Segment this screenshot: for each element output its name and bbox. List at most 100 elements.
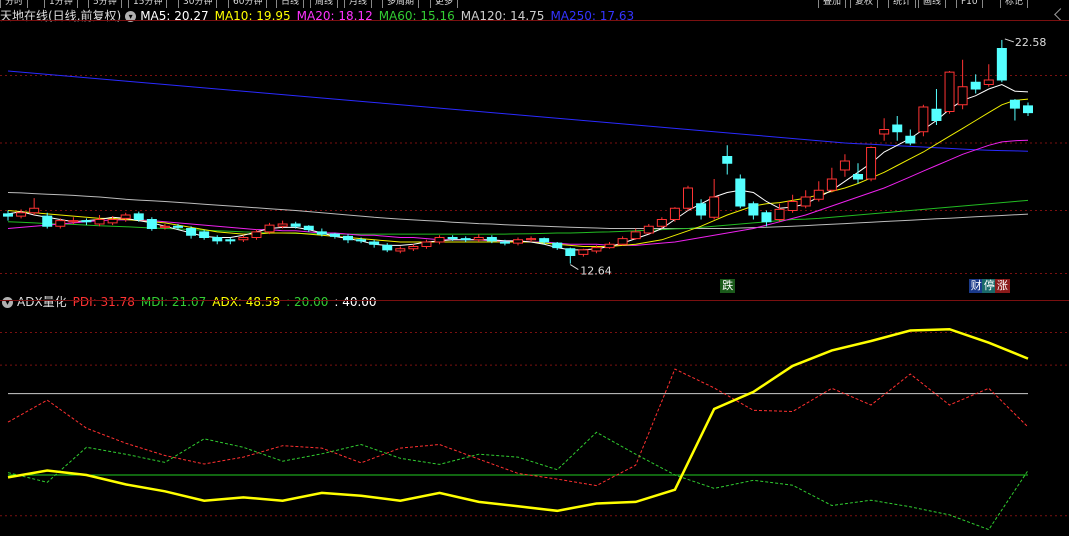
candle-body — [486, 237, 497, 242]
pdi-line — [7, 368, 1029, 487]
candle-body — [395, 248, 406, 252]
candle-body — [669, 207, 680, 220]
candle-body — [591, 247, 602, 252]
candle-body — [499, 241, 510, 244]
ma60-line — [7, 199, 1029, 235]
candle-body — [892, 124, 903, 133]
candle-body — [29, 207, 40, 214]
candle-body — [839, 160, 850, 171]
candle-body — [329, 233, 340, 237]
period-button-7[interactable]: 周线 — [310, 0, 339, 8]
candle-body — [683, 187, 693, 209]
candle-body — [369, 241, 380, 245]
tool-button-2[interactable]: 统计 — [888, 0, 917, 8]
candle-body — [447, 237, 458, 240]
candle-body — [748, 203, 759, 216]
candle-body — [68, 220, 79, 223]
mdi-line — [7, 431, 1029, 531]
event-marker-3[interactable]: 涨 — [994, 279, 1010, 293]
high-arrow — [1004, 38, 1015, 43]
low-price-label: 12.64 — [580, 265, 612, 278]
candle-body — [826, 178, 837, 191]
candle-body — [617, 238, 628, 245]
candle-body — [1009, 99, 1020, 109]
candle-body — [970, 81, 981, 90]
tool-button-3[interactable]: 画线 — [918, 0, 947, 8]
tool-button-1[interactable]: 复权 — [850, 0, 879, 8]
candle-body — [186, 228, 197, 236]
period-button-0[interactable]: 分时 — [0, 0, 29, 8]
period-button-1[interactable]: 1分钟 — [44, 0, 78, 8]
candle-body — [722, 156, 733, 164]
candle-body — [866, 147, 877, 180]
candle-body — [264, 224, 275, 233]
candle-body — [513, 239, 523, 244]
candle-body — [107, 219, 118, 224]
candle-body — [565, 248, 576, 256]
candle-body — [905, 135, 916, 144]
period-button-8[interactable]: 月线 — [344, 0, 373, 8]
candle-body — [539, 238, 550, 243]
candle-body — [225, 239, 236, 242]
period-button-4[interactable]: 30分钟 — [178, 0, 218, 8]
candle-body — [800, 196, 811, 207]
candle-body — [277, 223, 288, 227]
candle-body — [159, 225, 170, 228]
price-chart[interactable]: 22.58 12.64 — [0, 20, 1069, 282]
candle-body — [931, 108, 942, 121]
candle-body — [251, 231, 262, 238]
candle-body — [199, 231, 210, 238]
candle-body — [290, 223, 301, 227]
candle-body — [212, 237, 223, 242]
candle-body — [42, 215, 53, 227]
candle-body — [709, 196, 720, 218]
candle-body — [774, 208, 785, 220]
period-button-3[interactable]: 15分钟 — [128, 0, 168, 8]
tool-button-4[interactable]: F10 — [956, 0, 983, 8]
high-price-label: 22.58 — [1015, 36, 1047, 49]
candle-body — [316, 231, 327, 235]
candle-body — [552, 242, 563, 249]
event-marker-0[interactable]: 跌 — [720, 279, 736, 293]
candle-body — [630, 231, 641, 240]
candle-body — [656, 219, 667, 227]
candle-body — [996, 48, 1007, 81]
candle-body — [944, 71, 955, 112]
period-button-2[interactable]: 5分钟 — [88, 0, 122, 8]
collapse-chevron-icon[interactable] — [1054, 8, 1067, 21]
candle-body — [526, 238, 537, 241]
adx-line — [7, 327, 1029, 513]
tool-button-5[interactable]: 标记 — [1000, 0, 1029, 8]
candle-body — [94, 219, 105, 225]
candle-body — [918, 106, 929, 133]
period-toolbar: 分时 1分钟 5分钟 15分钟 30分钟 60分钟 日线 周线 月线 多周期 更多 叠加 复权 统计 画线 F… — [0, 0, 1069, 8]
tool-button-0[interactable]: 叠加 — [818, 0, 847, 8]
candle-body — [238, 237, 249, 241]
candle-body — [957, 86, 968, 106]
candle-body — [434, 237, 445, 243]
adx-indicator-chart[interactable] — [0, 300, 1069, 536]
candle-body — [1023, 105, 1033, 114]
candle-body — [303, 225, 314, 231]
candle-body — [643, 225, 654, 234]
candle-body — [460, 238, 471, 241]
candle-body — [16, 212, 27, 217]
candle-body — [696, 203, 707, 216]
candle-body — [120, 214, 131, 219]
candle-body — [408, 246, 419, 250]
candle-body — [81, 220, 92, 223]
candle-body — [813, 189, 824, 200]
candle-body — [146, 219, 157, 229]
period-button-9[interactable]: 多周期 — [382, 0, 420, 8]
period-button-6[interactable]: 日线 — [276, 0, 305, 8]
candle-body — [735, 178, 746, 207]
ma250-line — [7, 70, 1029, 152]
candle-body — [382, 244, 393, 251]
candle-body — [787, 201, 798, 211]
candle-body — [761, 212, 772, 223]
period-button-10[interactable]: 更多 — [430, 0, 459, 8]
candle-body — [473, 237, 484, 241]
candle-body — [421, 241, 432, 247]
candle-body — [983, 79, 994, 85]
period-button-5[interactable]: 60分钟 — [228, 0, 268, 8]
